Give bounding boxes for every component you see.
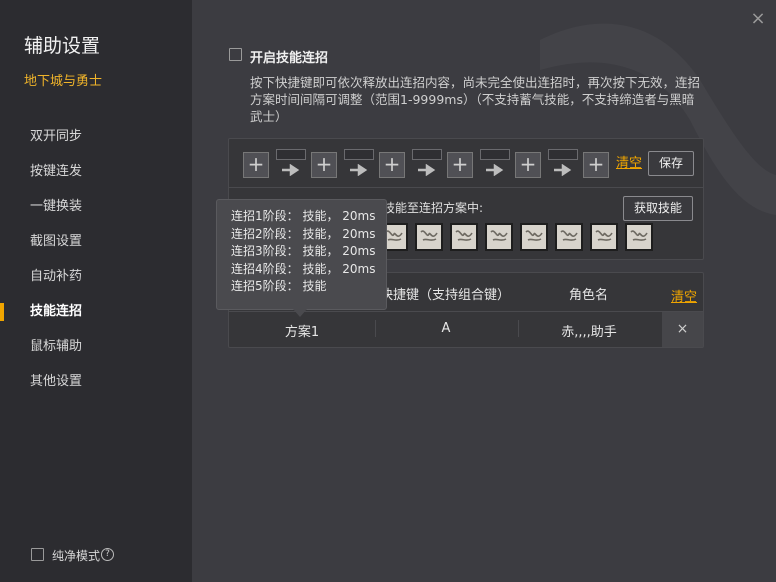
skill-icon[interactable] [625,223,653,251]
tooltip-line: 连招4阶段： 技能， 20ms [231,261,376,276]
delay-input[interactable] [344,149,374,160]
sidebar-item-quick-equip[interactable]: 一键换装 [30,197,82,217]
enable-combo-label: 开启技能连招 [250,51,329,66]
column-header-hotkey: 快捷键（支持组合键） [380,288,511,303]
skill-hint: 技能至连招方案中: [383,201,484,215]
plus-icon[interactable]: + [243,152,269,178]
fetch-skills-button[interactable]: 获取技能 [623,196,693,221]
app-title: 辅助设置 [24,35,101,57]
pure-mode-checkbox[interactable] [31,548,44,561]
skill-icon[interactable] [415,223,443,251]
sidebar-item-other-settings[interactable]: 其他设置 [30,372,82,392]
tooltip-line: 连招2阶段： 技能， 20ms [231,226,376,241]
hotkey-cell[interactable]: A [376,321,516,336]
active-nav-marker [0,303,4,321]
pure-mode-label: 纯净模式 [52,549,101,563]
plus-icon[interactable]: + [515,152,541,178]
tooltip-line: 连招3阶段： 技能， 20ms [231,244,376,258]
delay-input[interactable] [548,149,578,160]
plus-icon[interactable]: + [311,152,337,178]
divider [228,187,704,188]
column-header-role: 角色名 [569,288,609,303]
sidebar-item-mouse-assist[interactable]: 鼠标辅助 [30,337,82,357]
skill-icon[interactable] [590,223,618,251]
tooltip-line: 连招1阶段： 技能， 20ms [231,209,376,223]
plus-icon[interactable]: + [583,152,609,178]
sidebar: 辅助设置 地下城与勇士 双开同步 按键连发 一键换装 截图设置 自动补药 技能连… [0,0,192,582]
arrow-right-icon [554,164,572,176]
combo-description: 按下快捷键即可依次释放出连招内容，尚未完全使出连招时，再次按下无效，连招方案时间… [250,75,701,124]
close-icon[interactable]: × [662,312,703,347]
skill-icon[interactable] [555,223,583,251]
plus-icon[interactable]: + [379,152,405,178]
arrow-right-icon [282,164,300,176]
question-circle-icon[interactable]: ? [101,548,114,561]
skill-icon[interactable] [450,223,478,251]
sidebar-item-key-repeat[interactable]: 按键连发 [30,162,82,182]
table-clear-link[interactable]: 清空 [671,286,697,305]
save-button[interactable]: 保存 [648,151,694,176]
plus-icon[interactable]: + [447,152,473,178]
combo-tooltip: 连招1阶段： 技能， 20ms 连招2阶段： 技能， 20ms 连招3阶段： 技… [216,199,387,310]
sidebar-item-screenshot[interactable]: 截图设置 [30,232,82,252]
sidebar-item-dual-sync[interactable]: 双开同步 [30,127,82,147]
arrow-right-icon [418,164,436,176]
close-icon[interactable]: × [750,8,766,29]
role-cell[interactable]: 赤,,,,助手 [519,321,659,340]
sidebar-item-auto-potion[interactable]: 自动补药 [30,267,82,287]
enable-combo-checkbox[interactable] [229,48,242,61]
skill-icon[interactable] [520,223,548,251]
plan-name-cell[interactable]: 方案1 [232,321,372,340]
arrow-right-icon [350,164,368,176]
tooltip-line: 连招5阶段： 技能 [231,279,327,293]
delay-input[interactable] [412,149,442,160]
combo-clear-link[interactable]: 清空 [616,152,642,171]
tooltip-arrow [293,309,307,317]
delay-input[interactable] [276,149,306,160]
skill-icon[interactable] [485,223,513,251]
sidebar-item-skill-combo[interactable]: 技能连招 [30,302,82,322]
delay-input[interactable] [480,149,510,160]
game-name: 地下城与勇士 [24,74,103,89]
arrow-right-icon [486,164,504,176]
